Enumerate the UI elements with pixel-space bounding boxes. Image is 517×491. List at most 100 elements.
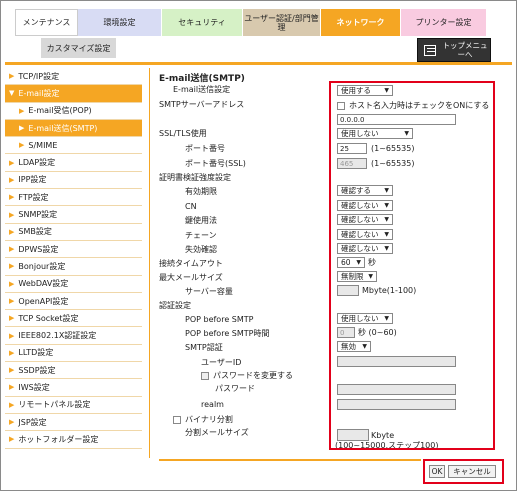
sidebar-item-label: ホットフォルダー設定 [18,434,99,444]
browser-frame: メンテナンス 環境設定 セキュリティ ユーザー認証/部門管理 ネットワーク プリ… [0,0,517,491]
chevron-down-icon: ▼ [9,89,15,98]
sidebar-item[interactable]: ▶ IPP設定 [5,171,142,190]
change-password-checkbox[interactable] [201,372,209,380]
sidebar-item[interactable]: ▶ TCP/IP設定 [5,68,142,86]
sidebar-item-label: TCP Socket設定 [18,313,79,323]
change-password-row: パスワードを変更する [201,371,293,381]
cancel-button[interactable]: キャンセル [448,465,496,478]
max-mail-label: 最大メールサイズ [159,273,223,282]
sidebar-item-label: SMB設定 [18,227,52,237]
sidebar-item[interactable]: ▶ JSP設定 [5,413,142,432]
sidebar-item[interactable]: ▶ E-mail送信(SMTP) [5,119,142,138]
chevron-right-icon: ▶ [9,158,15,167]
sidebar-item[interactable]: ▶ SSDP設定 [5,362,142,380]
cert-strength-label: 証明書検証強度設定 [159,173,231,182]
sidebar-item-label: S/MIME [28,140,58,150]
sidebar-item[interactable]: ▶ LDAP設定 [5,154,142,172]
port-label: ポート番号 [185,144,225,153]
chevron-right-icon: ▶ [9,210,15,219]
sidebar-item-label: LDAP設定 [18,158,56,168]
sidebar-item[interactable]: ▼ E-mail設定 [5,85,142,103]
sidebar-item[interactable]: ▶ Bonjour設定 [5,258,142,276]
cn-label: CN [185,202,197,211]
chevron-right-icon: ▶ [9,193,15,202]
chevron-right-icon: ▶ [9,279,15,288]
sidebar-item-label: WebDAV設定 [18,279,69,289]
ok-button[interactable]: OK [429,465,445,478]
sidebar-item-label: E-mail設定 [18,88,60,98]
ssl-label: SSL/TLS使用 [159,129,207,138]
binary-split-label: バイナリ分割 [185,415,233,424]
tab-security[interactable]: セキュリティ [162,9,243,36]
key-usage-label: 鍵使用法 [185,216,217,225]
smtp-auth-label: SMTP認証 [185,343,223,352]
change-password-label: パスワードを変更する [213,371,293,380]
menu-icon [424,44,436,56]
sidebar-item[interactable]: ▶ SMB設定 [5,223,142,241]
chevron-right-icon: ▶ [9,262,15,271]
split-size-label: 分割メールサイズ [185,428,249,437]
chevron-right-icon: ▶ [9,314,15,323]
sidebar-item[interactable]: ▶ IWS設定 [5,379,142,397]
sidebar-item-label: リモートパネル設定 [18,400,91,410]
pop-before-smtp-label: POP before SMTP [185,315,254,324]
chevron-right-icon: ▶ [9,366,15,375]
binary-split-row: バイナリ分割 [173,415,233,425]
sidebar-item-label: IWS設定 [18,382,50,392]
chevron-right-icon: ▶ [9,175,15,184]
sidebar-item-label: JSP設定 [18,417,47,427]
port-ssl-label: ポート番号(SSL) [185,159,246,168]
sidebar-item-label: FTP設定 [18,192,49,202]
sidebar-item[interactable]: ▶ FTP設定 [5,189,142,207]
sidebar-item-label: SNMP設定 [18,210,58,220]
binary-split-checkbox[interactable] [173,416,181,424]
chevron-right-icon: ▶ [9,348,15,357]
auth-label: 認証設定 [159,301,191,310]
chevron-right-icon: ▶ [9,245,15,254]
chevron-right-icon: ▶ [19,124,25,133]
sidebar-item-label: IEEE802.1X認証設定 [18,331,97,341]
sidebar-item[interactable]: ▶ WebDAV設定 [5,275,142,293]
tab-environment[interactable]: 環境設定 [78,9,162,36]
sidebar-item[interactable]: ▶ ホットフォルダー設定 [5,431,142,449]
sidebar-item[interactable]: ▶ リモートパネル設定 [5,396,142,414]
top-menu-button[interactable]: トップメニューへ [417,38,491,62]
sidebar: ▶ TCP/IP設定 ▼ E-mail設定 ▶ E-mail受信(POP) ▶ E-mail送… [5,68,142,449]
sidebar-item[interactable]: ▶ LLTD設定 [5,344,142,363]
sidebar-item-label: SSDP設定 [18,365,56,375]
chevron-right-icon: ▶ [19,106,25,115]
sidebar-item[interactable]: ▶ IEEE802.1X認証設定 [5,327,142,345]
realm-label: realm [201,400,224,409]
content-bottom-divider [159,459,421,461]
sidebar-item-label: Bonjour設定 [18,261,66,271]
tab-customize[interactable]: カスタマイズ設定 [41,38,116,58]
sidebar-item-label: DPWS設定 [18,244,59,254]
chevron-right-icon: ▶ [9,331,15,340]
header-divider [5,62,512,65]
sidebar-item-label: E-mail送信(SMTP) [28,123,98,133]
tab-maintenance[interactable]: メンテナンス [15,9,78,36]
chevron-right-icon: ▶ [9,72,15,81]
chevron-right-icon: ▶ [19,141,25,150]
email-send-label: E-mail送信設定 [173,85,231,94]
revocation-label: 失効確認 [185,245,217,254]
user-id-label: ユーザーID [201,358,242,367]
sidebar-item[interactable]: ▶ S/MIME [5,137,142,155]
chevron-right-icon: ▶ [9,297,15,305]
chevron-right-icon: ▶ [9,400,15,409]
sidebar-item[interactable]: ▶ TCP Socket設定 [5,310,142,328]
chain-label: チェーン [185,231,217,240]
sidebar-item[interactable]: ▶ SNMP設定 [5,206,142,224]
main-tabs: メンテナンス 環境設定 セキュリティ ユーザー認証/部門管理 ネットワーク プリ… [15,9,487,36]
sidebar-item[interactable]: ▶ E-mail受信(POP) [5,102,142,120]
sidebar-item-label: IPP設定 [18,175,47,185]
sidebar-divider [149,68,150,458]
sidebar-item-label: TCP/IP設定 [18,71,60,81]
chevron-right-icon: ▶ [9,227,15,236]
sidebar-item[interactable]: ▶ DPWS設定 [5,240,142,259]
password-label: パスワード [215,384,255,393]
sidebar-item[interactable]: ▶ OpenAPI設定 [5,292,142,311]
tab-printer[interactable]: プリンター設定 [401,9,487,36]
tab-user-auth[interactable]: ユーザー認証/部門管理 [243,9,321,36]
tab-network[interactable]: ネットワーク [321,9,401,36]
